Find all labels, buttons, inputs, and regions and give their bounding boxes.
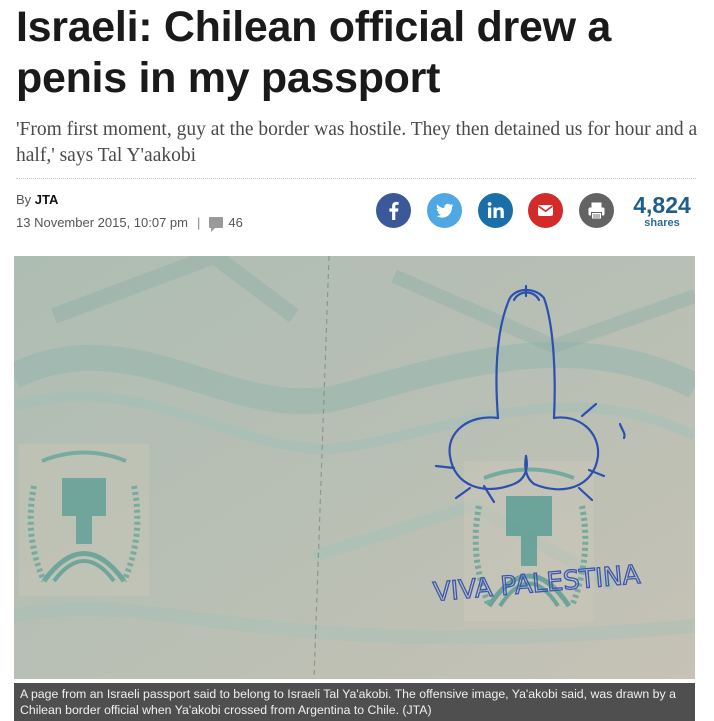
article-subheadline: 'From first moment, guy at the border wa… [16, 119, 698, 166]
article-headline: Israeli: Chilean official drew a penis i… [16, 3, 611, 102]
article-photo[interactable]: VIVA PALESTINA [14, 256, 695, 679]
print-button[interactable] [579, 193, 614, 228]
divider [16, 178, 696, 179]
comment-count[interactable]: 46 [228, 215, 242, 230]
meta-separator: | [197, 215, 201, 230]
email-share-button[interactable] [528, 193, 563, 228]
twitter-icon [436, 203, 453, 218]
linkedin-icon [487, 202, 504, 218]
linkedin-share-button[interactable] [478, 193, 513, 228]
photo-caption: A page from an Israeli passport said to … [14, 683, 695, 721]
byline: By JTA [16, 192, 58, 207]
author-link[interactable]: JTA [35, 192, 59, 207]
comment-icon[interactable] [209, 217, 224, 232]
facebook-icon [389, 201, 399, 220]
article-meta: 13 November 2015, 10:07 pm | 46 [16, 215, 243, 232]
publish-date: 13 November 2015, 10:07 pm [16, 215, 188, 230]
mail-icon [538, 205, 553, 216]
share-count-label: shares [644, 217, 680, 229]
byline-prefix: By [16, 192, 32, 207]
printer-icon [588, 202, 605, 220]
twitter-share-button[interactable] [427, 193, 462, 228]
share-count: 4,824 shares [628, 193, 696, 230]
share-count-number: 4,824 [633, 192, 691, 218]
passport-page-image: VIVA PALESTINA [14, 256, 695, 679]
facebook-share-button[interactable] [376, 193, 411, 228]
